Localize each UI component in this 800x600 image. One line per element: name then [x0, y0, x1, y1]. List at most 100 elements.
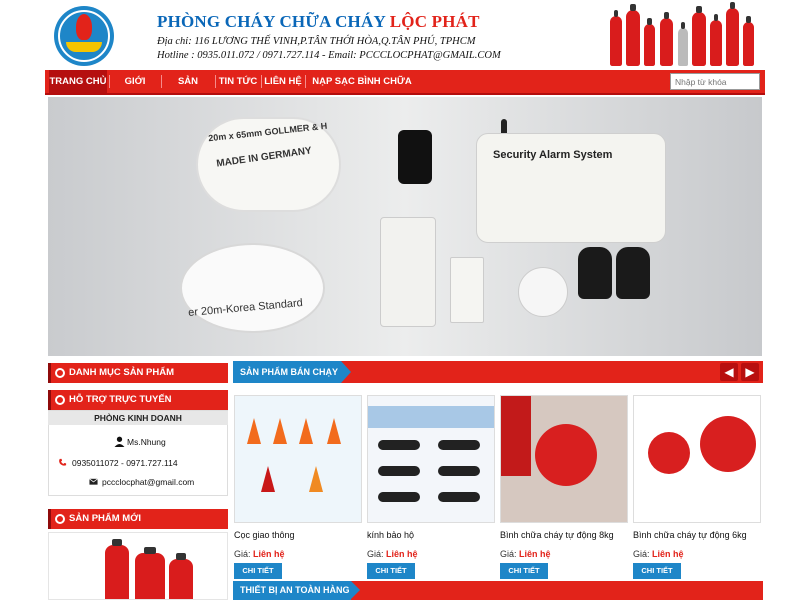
- marine-header: THIẾT BỊ AN TOÀN HÀNG HẢI: [233, 581, 763, 600]
- category-header[interactable]: DANH MỤC SẢN PHẨM: [48, 363, 228, 383]
- safety-glasses-icon: [438, 440, 480, 450]
- traffic-cone-icon: [309, 466, 323, 492]
- company-name-part1: PHÒNG CHÁY CHỮA CHÁY: [157, 12, 390, 31]
- product-name[interactable]: kính bảo hộ: [367, 530, 414, 540]
- fire-hose-roll-image: [180, 243, 325, 333]
- auto-extinguisher-ball-icon: [648, 432, 690, 474]
- email-icon: [89, 478, 98, 485]
- price-value: Liên hệ: [386, 549, 418, 559]
- company-logo[interactable]: [54, 6, 114, 66]
- category-bullet-icon: [55, 368, 65, 378]
- new-products-header: SẢN PHẨM MỚI: [48, 509, 228, 529]
- fire-extinguishers-image: [606, 2, 756, 66]
- product-image[interactable]: [367, 395, 495, 523]
- bestsellers-title: SẢN PHẨM BÁN CHẠY: [233, 361, 351, 383]
- power-adapter-image: [398, 130, 432, 184]
- logo-flame-icon: [76, 14, 92, 40]
- remote-control-image: [616, 247, 650, 299]
- carousel-next-button[interactable]: ▶: [741, 363, 759, 381]
- product-detail-button[interactable]: CHI TIẾT: [234, 563, 282, 579]
- extinguisher-icon: [743, 16, 754, 66]
- product-detail-button[interactable]: CHI TIẾT: [633, 563, 681, 579]
- logo-hand-icon: [66, 42, 102, 52]
- extinguisher-icon: [501, 396, 531, 476]
- product-image[interactable]: [633, 395, 761, 523]
- support-phone[interactable]: 0935011072 - 0971.727.114: [72, 458, 178, 468]
- user-icon: [114, 436, 125, 447]
- company-address: Địa chỉ: 116 LƯƠNG THẾ VINH,P.TÂN THỚI H…: [157, 36, 476, 47]
- category-title: DANH MỤC SẢN PHẨM: [69, 367, 175, 378]
- traffic-cone-icon: [273, 418, 287, 444]
- remote-control-image: [578, 247, 612, 299]
- search-input[interactable]: [670, 73, 760, 90]
- alarm-panel-label: Security Alarm System: [493, 149, 613, 161]
- support-header: HỖ TRỢ TRỰC TUYẾN: [48, 390, 228, 410]
- company-name-part2: LỘC PHÁT: [389, 12, 480, 31]
- product-name[interactable]: Bình chữa cháy tự động 6kg: [633, 530, 747, 540]
- product-price: Giá: Liên hệ: [500, 549, 551, 559]
- product-image[interactable]: [234, 395, 362, 523]
- safety-glasses-icon: [438, 466, 480, 476]
- product-card: Bình chữa cháy tự động 8kg Giá: Liên hệ …: [500, 395, 628, 585]
- support-email[interactable]: pccclocphat@gmail.com: [102, 477, 194, 487]
- nav-item-contact[interactable]: LIÊN HỆ: [263, 70, 303, 93]
- auto-extinguisher-ball-icon: [535, 424, 597, 486]
- product-detail-button[interactable]: CHI TIẾT: [500, 563, 548, 579]
- safety-glasses-icon: [378, 466, 420, 476]
- nav-divider: [305, 75, 306, 88]
- traffic-cone-icon: [327, 418, 341, 444]
- extinguisher-icon: [610, 10, 622, 66]
- price-label: Giá:: [234, 549, 254, 559]
- nav-item-about[interactable]: GIỚI THIỆU: [111, 70, 159, 110]
- product-name[interactable]: Cọc giao thông: [234, 530, 295, 540]
- extinguisher-icon: [626, 4, 640, 66]
- product-card: Bình chữa cháy tự động 6kg Giá: Liên hệ …: [633, 395, 761, 585]
- new-products-bullet-icon: [55, 514, 65, 524]
- product-name[interactable]: Bình chữa cháy tự động 8kg: [500, 530, 614, 540]
- support-bullet-icon: [55, 395, 65, 405]
- phone-icon: [59, 458, 67, 466]
- bestsellers-header: SẢN PHẨM BÁN CHẠY: [233, 361, 763, 383]
- company-hotline: Hotline : 0935.011.072 / 0971.727.114 - …: [157, 50, 501, 61]
- nav-item-home[interactable]: TRANG CHỦ: [49, 70, 107, 93]
- traffic-cone-icon: [247, 418, 261, 444]
- product-detail-button[interactable]: CHI TIẾT: [367, 563, 415, 579]
- price-label: Giá:: [500, 549, 520, 559]
- marine-title: THIẾT BỊ AN TOÀN HÀNG HẢI: [233, 581, 360, 600]
- price-value: Liên hệ: [519, 549, 551, 559]
- nav-divider: [161, 75, 162, 88]
- nav-divider: [215, 75, 216, 88]
- workers-photo-strip: [368, 406, 494, 428]
- main-nav: TRANG CHỦ GIỚI THIỆU SẢN PHẨM TIN TỨC LI…: [45, 70, 765, 110]
- price-label: Giá:: [367, 549, 387, 559]
- product-image[interactable]: [500, 395, 628, 523]
- nav-item-refill[interactable]: NẠP SẠC BÌNH CHỮA CHÁY: [307, 70, 417, 110]
- price-label: Giá:: [633, 549, 653, 559]
- product-price: Giá: Liên hệ: [367, 549, 418, 559]
- product-price: Giá: Liên hệ: [633, 549, 684, 559]
- extinguisher-icon: [710, 14, 722, 66]
- product-card: Cọc giao thông Giá: Liên hệ CHI TIẾT: [234, 395, 362, 585]
- nav-item-products[interactable]: SẢN PHẨM: [163, 70, 213, 110]
- product-price: Giá: Liên hệ: [234, 549, 285, 559]
- extinguisher-icon: [105, 539, 129, 599]
- price-value: Liên hệ: [652, 549, 684, 559]
- company-name: PHÒNG CHÁY CHỮA CHÁY LỘC PHÁT: [157, 12, 480, 32]
- new-product-image[interactable]: [48, 532, 228, 600]
- nav-item-news[interactable]: TIN TỨC: [217, 70, 259, 93]
- nav-divider: [109, 75, 110, 88]
- support-title: HỖ TRỢ TRỰC TUYẾN: [69, 394, 172, 405]
- safety-glasses-icon: [378, 492, 420, 502]
- carousel-prev-button[interactable]: ◀: [720, 363, 738, 381]
- hero-banner[interactable]: 20m x 65mm GOLLMER & H MADE IN GERMANY e…: [48, 97, 762, 356]
- extinguisher-icon: [692, 6, 706, 66]
- safety-glasses-icon: [378, 440, 420, 450]
- price-value: Liên hệ: [253, 549, 285, 559]
- support-contact-name: Ms.Nhung: [127, 437, 166, 447]
- new-products-title: SẢN PHẨM MỚI: [69, 513, 141, 524]
- extinguisher-icon: [135, 547, 165, 599]
- extinguisher-icon: [726, 2, 739, 66]
- traffic-cone-icon: [261, 466, 275, 492]
- nav-divider: [261, 75, 262, 88]
- door-contact-image: [450, 257, 484, 323]
